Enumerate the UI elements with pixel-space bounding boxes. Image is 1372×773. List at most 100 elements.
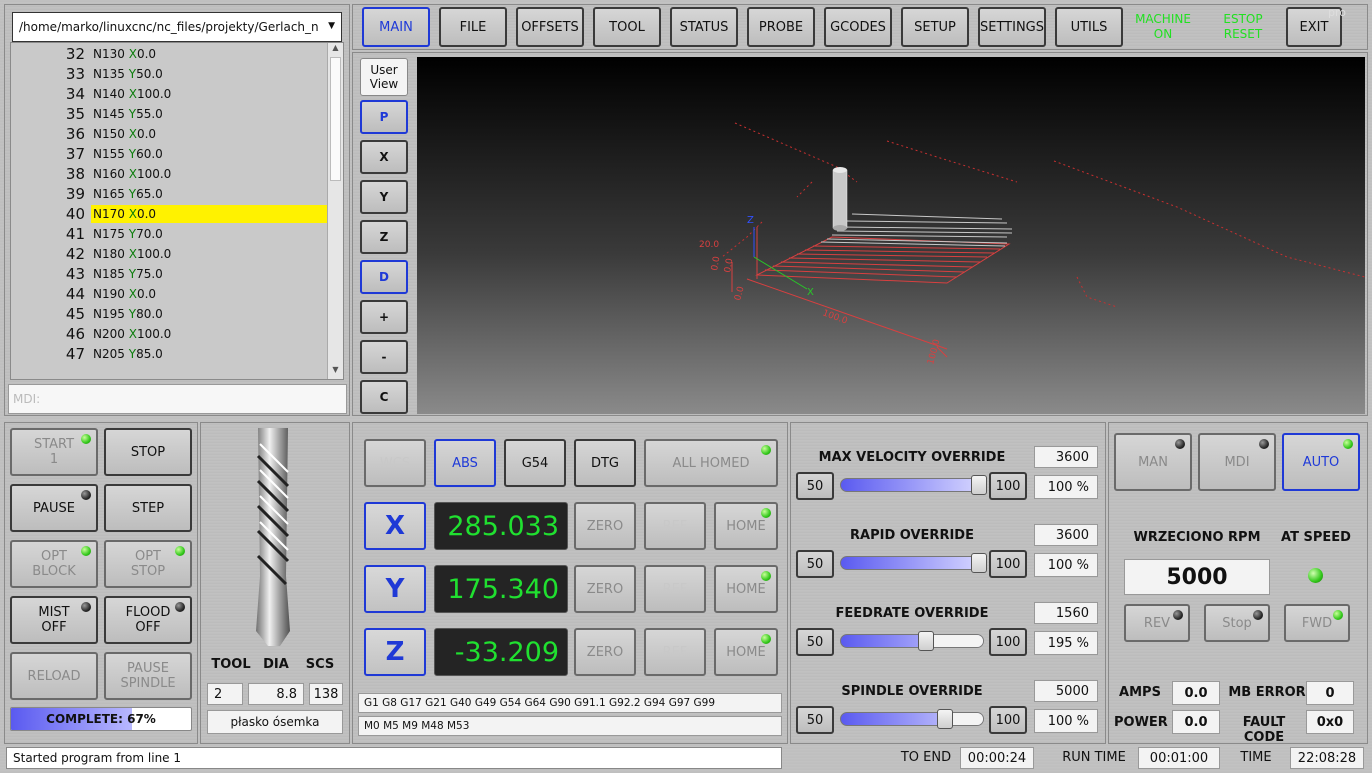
x-position-display: 285.033 — [434, 502, 568, 550]
file-path-combo[interactable]: /home/marko/linuxcnc/nc_files/projekty/G… — [12, 12, 342, 42]
tab-status[interactable]: STATUS — [670, 7, 738, 47]
pause-button[interactable]: PAUSE — [10, 484, 98, 532]
all-homed-button[interactable]: ALL HOMED — [644, 439, 778, 487]
z-axis-button[interactable]: Z — [364, 628, 426, 676]
gcode-line[interactable]: 35 N145 Y55.0 — [11, 104, 329, 124]
3d-preview[interactable]: Z X 20.0 0.0 0.0 0.0 100.0 100.0 — [417, 57, 1365, 414]
mdi-input[interactable]: MDI: — [8, 384, 347, 414]
gcode-line[interactable]: 37 N155 Y60.0 — [11, 144, 329, 164]
scroll-down-icon[interactable]: ▼ — [328, 365, 343, 379]
view-z-button[interactable]: Z — [360, 220, 408, 254]
tab-file[interactable]: FILE — [439, 7, 507, 47]
view-y-button[interactable]: Y — [360, 180, 408, 214]
feedrate-override-slider[interactable] — [840, 631, 984, 651]
spindle-override-max-button[interactable]: 100 — [989, 706, 1027, 734]
view-zoom-in-button[interactable]: + — [360, 300, 408, 334]
view-select[interactable]: User View — [360, 58, 408, 96]
view-zoom-out-button[interactable]: - — [360, 340, 408, 374]
start-button[interactable]: START 1 — [10, 428, 98, 476]
tab-gcodes[interactable]: GCODES — [824, 7, 892, 47]
auto-mode-button[interactable]: AUTO — [1282, 433, 1360, 491]
gcode-list[interactable]: ▲ ▼ 32 N130 X0.0 33 N135 Y50.0 34 N140 X100.0… — [10, 42, 344, 380]
abs-button[interactable]: ABS — [434, 439, 496, 487]
pause-spindle-button[interactable]: PAUSE SPINDLE — [104, 652, 192, 700]
x-axis-button[interactable]: X — [364, 502, 426, 550]
gcode-line[interactable]: 46 N200 X100.0 — [11, 324, 329, 344]
gcode-scrollbar[interactable]: ▲ ▼ — [327, 43, 343, 379]
tab-utils[interactable]: UTILS — [1055, 7, 1123, 47]
tab-setup[interactable]: SETUP — [901, 7, 969, 47]
current-gcode-line[interactable]: 40 N170 X0.0 — [11, 204, 329, 224]
feedrate-override-slider-handle[interactable] — [918, 631, 935, 651]
gcode-line[interactable]: 34 N140 X100.0 — [11, 84, 329, 104]
origin-label-3: 0.0 — [733, 285, 746, 302]
scs-header: SCS — [305, 657, 335, 672]
z-ref-button[interactable]: REF — [644, 628, 706, 676]
z-zero-button[interactable]: ZERO — [574, 628, 636, 676]
view-dimensions-button[interactable]: D — [360, 260, 408, 294]
gcode-line[interactable]: 42 N180 X100.0 — [11, 244, 329, 264]
feedrate-override-max-button[interactable]: 100 — [989, 628, 1027, 656]
tab-main[interactable]: MAIN — [362, 7, 430, 47]
gcode-line[interactable]: 39 N165 Y65.0 — [11, 184, 329, 204]
y-home-button[interactable]: HOME — [714, 565, 778, 613]
gcode-line[interactable]: 44 N190 X0.0 — [11, 284, 329, 304]
rapid-override-min-button[interactable]: 50 — [796, 550, 834, 578]
step-button[interactable]: STEP — [104, 484, 192, 532]
spindle-rev-button[interactable]: REV — [1124, 604, 1190, 642]
y-zero-button[interactable]: ZERO — [574, 565, 636, 613]
gcode-axis-word: X — [128, 327, 137, 341]
x-ref-button[interactable]: REF — [644, 502, 706, 550]
dtg-button[interactable]: DTG — [574, 439, 636, 487]
max-velocity-override-slider[interactable] — [840, 475, 987, 495]
mdi-mode-button[interactable]: MDI — [1198, 433, 1276, 491]
gcode-line[interactable]: 45 N195 Y80.0 — [11, 304, 329, 324]
view-x-button[interactable]: X — [360, 140, 408, 174]
feedrate-override-min-button[interactable]: 50 — [796, 628, 834, 656]
gcode-n-word: N185 — [93, 267, 125, 281]
y-axis-button[interactable]: Y — [364, 565, 426, 613]
x-zero-button[interactable]: ZERO — [574, 502, 636, 550]
stop-button[interactable]: STOP — [104, 428, 192, 476]
man-mode-button[interactable]: MAN — [1114, 433, 1192, 491]
tab-settings[interactable]: SETTINGS — [978, 7, 1046, 47]
gcode-line[interactable]: 43 N185 Y75.0 — [11, 264, 329, 284]
z-home-button[interactable]: HOME — [714, 628, 778, 676]
mist-button[interactable]: MIST OFF — [10, 596, 98, 644]
tab-offsets[interactable]: OFFSETS — [516, 7, 584, 47]
gcode-line[interactable]: 33 N135 Y50.0 — [11, 64, 329, 84]
opt-stop-button[interactable]: OPT STOP — [104, 540, 192, 588]
cut-path — [755, 236, 1011, 284]
spindle-stop-button[interactable]: Stop — [1204, 604, 1270, 642]
spindle-override-slider-handle[interactable] — [936, 709, 953, 729]
y-ref-button[interactable]: REF — [644, 565, 706, 613]
scrollbar-thumb[interactable] — [330, 57, 341, 181]
rapid-override-max-button[interactable]: 100 — [989, 550, 1027, 578]
max-velocity-override-slider-handle[interactable] — [970, 475, 987, 495]
gcode-line[interactable]: 47 N205 Y85.0 — [11, 344, 329, 364]
mist-label: MIST OFF — [38, 605, 70, 635]
scroll-up-icon[interactable]: ▲ — [328, 43, 343, 57]
rapid-override-slider-handle[interactable] — [970, 553, 987, 573]
view-perspective-button[interactable]: P — [360, 100, 408, 134]
opt-block-button[interactable]: OPT BLOCK — [10, 540, 98, 588]
tab-tool[interactable]: TOOL — [593, 7, 661, 47]
gcode-line[interactable]: 41 N175 Y70.0 — [11, 224, 329, 244]
wcs-button[interactable]: WCS — [364, 439, 426, 487]
spindle-override-slider[interactable] — [840, 709, 984, 729]
rapid-override-slider[interactable] — [840, 553, 987, 573]
x-home-button[interactable]: HOME — [714, 502, 778, 550]
flood-button[interactable]: FLOOD OFF — [104, 596, 192, 644]
dia-header: DIA — [263, 657, 289, 672]
gcode-line[interactable]: 32 N130 X0.0 — [11, 44, 329, 64]
spindle-fwd-button[interactable]: FWD — [1284, 604, 1350, 642]
tab-probe[interactable]: PROBE — [747, 7, 815, 47]
view-clear-button[interactable]: C — [360, 380, 408, 414]
max-velocity-override-max-button[interactable]: 100 — [989, 472, 1027, 500]
reload-button[interactable]: RELOAD — [10, 652, 98, 700]
gcode-line[interactable]: 38 N160 X100.0 — [11, 164, 329, 184]
gcode-line[interactable]: 36 N150 X0.0 — [11, 124, 329, 144]
max-velocity-override-min-button[interactable]: 50 — [796, 472, 834, 500]
g54-button[interactable]: G54 — [504, 439, 566, 487]
spindle-override-min-button[interactable]: 50 — [796, 706, 834, 734]
